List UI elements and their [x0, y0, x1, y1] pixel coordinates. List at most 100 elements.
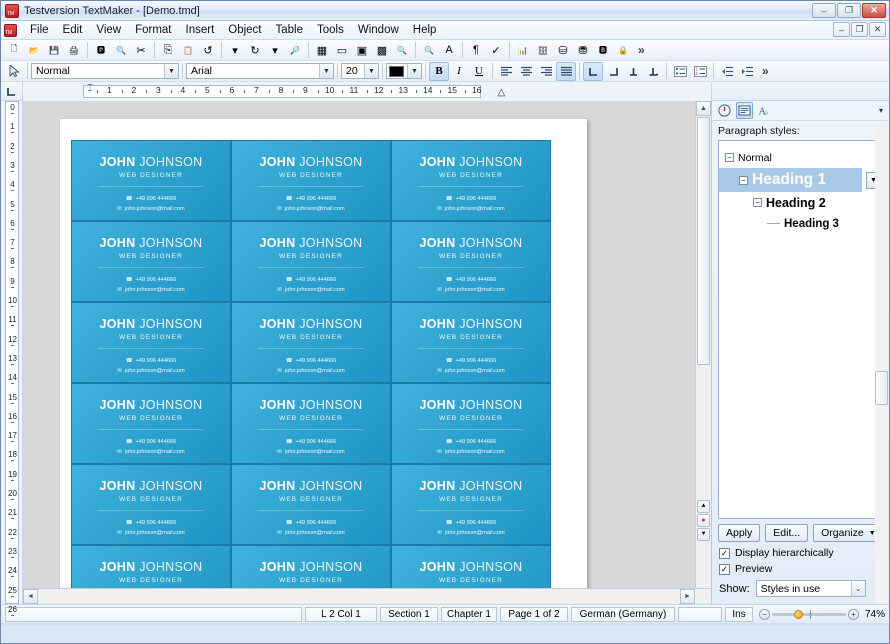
menu-item-window[interactable]: Window [351, 22, 406, 38]
export-pdf-icon[interactable]: 🅿 [91, 41, 111, 60]
insert-frame-icon[interactable]: ▣ [352, 41, 372, 60]
zoom-out-button[interactable]: − [759, 609, 770, 620]
character-styles-icon[interactable]: Aa [756, 102, 773, 119]
document-horizontal-scrollbar[interactable]: ◄ ► [23, 588, 711, 604]
menu-item-tools[interactable]: Tools [310, 22, 351, 38]
zoom-in-icon[interactable]: 🔍 [392, 41, 412, 60]
paragraph-format-icon[interactable]: ¶ [466, 41, 486, 60]
form-icon[interactable]: ⛃ [573, 41, 593, 60]
style-tree-item[interactable]: −Heading 2 [719, 192, 882, 213]
document-info-icon[interactable] [716, 102, 733, 119]
style-tree-item[interactable]: −Heading 1▼ [719, 168, 862, 192]
paste-icon[interactable]: 📋 [178, 41, 198, 60]
export-epub-icon[interactable]: 🅱 [593, 41, 613, 60]
status-extra-field[interactable] [678, 607, 722, 622]
sidebar-menu-arrow-icon[interactable]: ▾ [879, 106, 883, 115]
decrease-indent-icon[interactable] [717, 62, 737, 81]
mdi-close-button[interactable]: ✕ [869, 22, 886, 37]
bullet-list-icon[interactable] [670, 62, 690, 81]
format-toolbar-overflow-button[interactable]: » [757, 64, 774, 78]
new-document-icon[interactable]: 🗋 [4, 41, 24, 60]
toolbar-overflow-button[interactable]: » [633, 43, 650, 57]
align-center-icon[interactable] [516, 62, 536, 81]
paragraph-styles-list[interactable]: −Normal−Heading 1▼−Heading 2Heading 3 [718, 140, 883, 519]
business-card[interactable]: JOHN JOHNSONWEB DESIGNER☎+49 996 444666✉… [231, 140, 391, 221]
insert-mode-indicator[interactable]: Ins [725, 607, 753, 622]
underline-button[interactable]: U [469, 62, 489, 81]
next-object-button[interactable]: ⯆ [697, 528, 710, 541]
menu-item-file[interactable]: File [23, 22, 56, 38]
undo-icon[interactable]: ↺ [198, 41, 218, 60]
chevron-down-icon[interactable]: ▼ [407, 64, 421, 78]
align-right-icon[interactable] [536, 62, 556, 81]
business-card[interactable]: JOHN JOHNSONWEB DESIGNER☎+49 996 444666✉… [231, 302, 391, 383]
language-indicator[interactable]: German (Germany) [571, 607, 675, 622]
tree-expander-icon[interactable]: − [725, 153, 734, 162]
redo-icon[interactable]: ↻ [245, 41, 265, 60]
document-vertical-scrollbar[interactable]: ▲ ⯅ ● ⯆ [695, 101, 711, 604]
style-tree-item[interactable]: −Normal [719, 147, 882, 168]
paragraph-styles-icon[interactable] [736, 102, 753, 119]
menu-item-edit[interactable]: Edit [56, 22, 90, 38]
business-card[interactable]: JOHN JOHNSONWEB DESIGNER☎+49 996 444666✉… [391, 383, 551, 464]
print-icon[interactable]: 🖨 [64, 41, 84, 60]
save-document-icon[interactable]: 💾 [44, 41, 64, 60]
mdi-minimize-button[interactable]: – [833, 22, 850, 37]
business-card[interactable]: JOHN JOHNSONWEB DESIGNER☎+49 996 444666✉… [71, 302, 231, 383]
insert-textbox-icon[interactable]: ▭ [332, 41, 352, 60]
sidebar-scroll-thumb[interactable] [875, 371, 888, 405]
menu-item-table[interactable]: Table [269, 22, 311, 38]
italic-button[interactable]: I [449, 62, 469, 81]
scroll-right-button[interactable]: ► [680, 589, 695, 604]
business-card[interactable]: JOHN JOHNSONWEB DESIGNER☎+49 996 444666✉… [71, 464, 231, 545]
right-indent-marker[interactable]: △ [498, 87, 506, 98]
left-indent-marker[interactable]: ⌶ [87, 83, 93, 94]
vertical-scroll-thumb[interactable] [697, 117, 710, 365]
preview-row[interactable]: ✓ Preview [712, 561, 889, 577]
line-column-indicator[interactable]: L 2 Col 1 [305, 607, 377, 622]
tab-decimal-icon[interactable] [643, 62, 663, 81]
paragraph-style-combo[interactable]: Normal ▼ [31, 63, 179, 79]
redo-dropdown-icon[interactable]: ▾ [265, 41, 285, 60]
insert-table-icon[interactable]: ▦ [312, 41, 332, 60]
chevron-down-icon[interactable]: ▼ [319, 64, 333, 78]
show-filter-combo[interactable]: Styles in use ⌄ [756, 580, 866, 597]
business-card[interactable]: JOHN JOHNSONWEB DESIGNER☎+49 996 444666✉… [391, 221, 551, 302]
cut-icon[interactable]: ✂ [131, 41, 151, 60]
mail-merge-icon[interactable]: ⛁ [553, 41, 573, 60]
font-size-combo[interactable]: 20 ▼ [341, 63, 379, 79]
apply-button[interactable]: Apply [718, 524, 760, 542]
preview-checkbox[interactable]: ✓ [719, 564, 730, 575]
style-tree-item[interactable]: Heading 3 [719, 213, 882, 234]
edit-button[interactable]: Edit... [765, 524, 808, 542]
vertical-ruler[interactable]: 0123456789101112131415161718192021222324… [1, 101, 23, 604]
undo-dropdown-icon[interactable]: ▾ [225, 41, 245, 60]
mdi-restore-button[interactable]: ❐ [851, 22, 868, 37]
zoom-out-icon[interactable]: 🔍 [419, 41, 439, 60]
business-card[interactable]: JOHN JOHNSONWEB DESIGNER☎+49 996 444666✉… [71, 140, 231, 221]
document-page[interactable]: JOHN JOHNSONWEB DESIGNER☎+49 996 444666✉… [60, 119, 587, 604]
increase-indent-icon[interactable] [737, 62, 757, 81]
align-justify-icon[interactable] [556, 62, 576, 81]
copy-icon[interactable]: ⎘ [158, 41, 178, 60]
section-indicator[interactable]: Section 1 [380, 607, 438, 622]
bold-button[interactable]: B [429, 62, 449, 81]
zoom-level-label[interactable]: 74% [865, 609, 885, 620]
business-card[interactable]: JOHN JOHNSONWEB DESIGNER☎+49 996 444666✉… [231, 383, 391, 464]
zoom-in-button[interactable]: + [848, 609, 859, 620]
sidebar-vertical-scrollbar[interactable] [875, 121, 888, 604]
tab-type-selector[interactable] [1, 82, 23, 101]
scroll-left-button[interactable]: ◄ [23, 589, 38, 604]
chapter-indicator[interactable]: Chapter 1 [441, 607, 497, 622]
tree-expander-icon[interactable]: − [739, 176, 748, 185]
business-card[interactable]: JOHN JOHNSONWEB DESIGNER☎+49 996 444666✉… [391, 302, 551, 383]
close-button[interactable]: ✕ [862, 3, 886, 18]
display-hierarchically-checkbox[interactable]: ✓ [719, 548, 730, 559]
business-card[interactable]: JOHN JOHNSONWEB DESIGNER☎+49 996 444666✉… [391, 464, 551, 545]
document-icon[interactable] [4, 24, 17, 37]
menu-item-insert[interactable]: Insert [179, 22, 222, 38]
tab-right-icon[interactable] [603, 62, 623, 81]
font-color-combo[interactable]: ▼ [386, 63, 422, 79]
protect-icon[interactable]: 🔒 [613, 41, 633, 60]
scroll-up-button[interactable]: ▲ [696, 101, 711, 116]
